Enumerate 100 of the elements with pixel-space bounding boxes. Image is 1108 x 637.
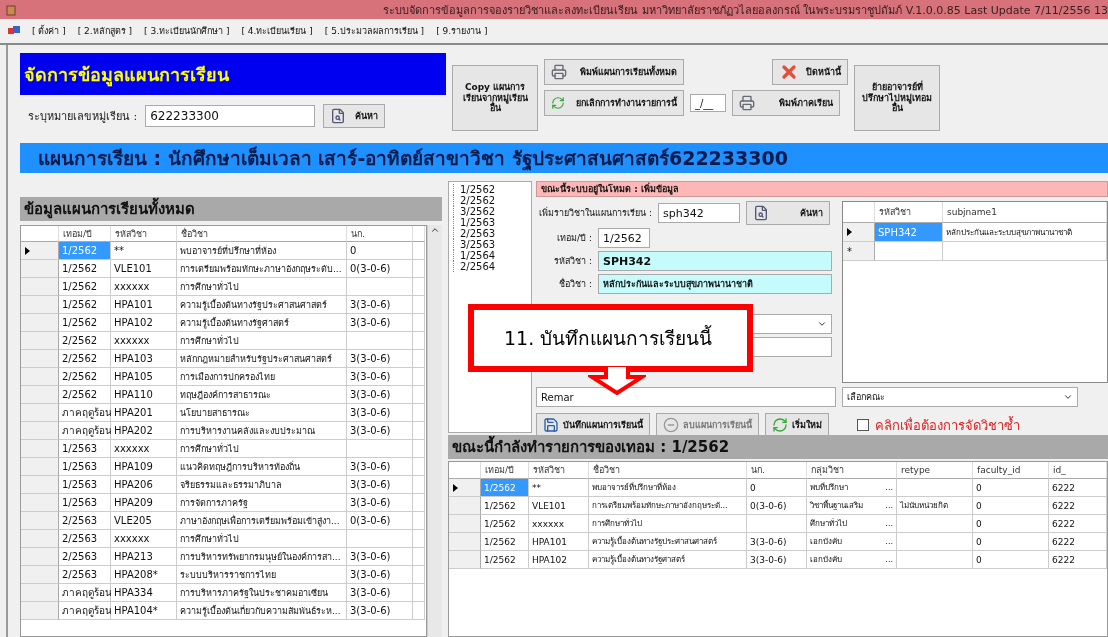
search-button[interactable]: ค้นหา [323,104,386,128]
chevron-down-icon [1063,392,1073,402]
tree-item[interactable]: 1/2562 [453,184,531,195]
table-cell: HPA102 [111,314,177,332]
subject-search-field[interactable]: sph342 [658,203,740,223]
search-icon [330,108,347,124]
menu-item[interactable]: [ 9.รายงาน ] [436,24,488,38]
picker-button[interactable]: ... [885,555,893,564]
table-cell: HPA105 [111,368,177,386]
search-button[interactable]: ค้นหา [746,201,830,225]
chevron-up-icon[interactable] [430,225,440,235]
scrollbar[interactable] [427,225,442,637]
move-advisor-button[interactable]: ย้ายอาจารย์ที่ปรึกษาไปหมู่เทอมอื่น [854,65,940,131]
table-cell: 0 [973,551,1049,569]
window-title: ระบบจัดการข้อมูลการจองรายวิชาและลงทะเบียนเรียน มหาวิทยาลัยราชภัฏวไลยอลงกรณ์ ในพระบรมราชูปถัมภ์ V.1.0.0.85 Last Update 7/11/2556 13 [383,2,1108,19]
tree-item[interactable]: 3/2563 [453,239,531,250]
menu-item[interactable]: [ 5.ประมวลผลการเรียน ] [324,24,425,38]
menu-item[interactable]: [ ตั้งค่า ] [32,24,66,38]
page-title: จัดการข้อมูลแผนการเรียน [20,53,446,95]
term-input[interactable]: 1/2562 [598,228,650,248]
refresh-icon [551,96,565,110]
term-field[interactable]: _/__ [690,94,726,112]
tree-item[interactable]: 2/2562 [453,195,531,206]
table-cell: 1/2562 [481,533,529,551]
table-cell: 1/2562 [59,314,111,332]
table-cell: 0 [747,479,807,497]
table-cell: 3(3-0-6) [347,566,413,584]
table-cell: HPA208* [111,566,177,584]
cancel-item-button[interactable]: ยกเลิกการทำงานรายการนี้ [544,90,684,116]
row-header[interactable] [843,223,875,242]
table-cell: HPA104* [111,602,177,620]
column-header: เทอม/ปี [481,462,529,479]
table-cell: 0 [973,479,1049,497]
table-cell: 0 [973,533,1049,551]
tree-item[interactable]: 3/2562 [453,206,531,217]
table-cell: xxxxxx [111,278,177,296]
print-all-button[interactable]: พิมพ์แผนการเรียนทั้งหมด [544,59,684,85]
row-pointer-icon [453,483,458,492]
table-cell: 3(3-0-6) [347,494,413,512]
minus-circle-icon [663,417,679,433]
table-cell: 1/2562 [481,497,529,515]
picker-button[interactable]: ... [885,519,893,528]
refresh-icon [772,417,788,433]
row-header[interactable] [21,242,59,260]
column-header: รหัสวิชา [875,202,943,223]
menu-icon [8,26,20,36]
group-label: ระบุหมายเลขหมู่เรียน : [28,109,138,125]
table-cell: การจัดการภาครัฐ [177,494,347,512]
tree-item[interactable]: 1/2563 [453,217,531,228]
table-cell: ภาคฤดูร้อน [59,404,111,422]
checkbox[interactable] [857,419,869,431]
menu-item[interactable]: [ 4.ทะเบียนเรียน ] [241,24,313,38]
table-cell: 3(3-0-6) [347,458,413,476]
table-cell: 2/2563 [59,566,111,584]
table-cell [347,332,413,350]
group-number-field[interactable]: 622233300 [145,105,316,127]
column-header [843,202,875,223]
table-cell: 3(3-0-6) [347,422,413,440]
copy-plan-button[interactable]: Copy แผนการเรียนจากหมู่เรียนอื่น [452,65,538,131]
column-header: id_ [1049,462,1107,479]
table-cell: ระบบบริหารราชการไทย [177,566,347,584]
picker-button[interactable]: ... [885,483,893,492]
subject-name-field[interactable]: หลักประกันและระบบสุขภาพนานาชาติ [598,274,832,294]
tree-item[interactable]: 2/2563 [453,228,531,239]
table-cell: VLE205 [111,512,177,530]
save-button[interactable]: บันทึกแผนการเรียนนี้ [536,413,650,437]
table-cell: การศึกษาทั่วไป [589,515,747,533]
menu-item[interactable]: [ 3.ทะเบียนนักศึกษา ] [144,24,230,38]
close-page-button[interactable]: ปิดหน้านี้ [772,59,848,85]
subject-code-field[interactable]: SPH342 [598,251,832,271]
table-cell: 3(3-0-6) [347,476,413,494]
tree-item[interactable]: 2/2564 [453,261,531,272]
table-cell: HPA103 [111,350,177,368]
table-cell: 2/2562 [59,332,111,350]
table-cell: SPH342 [875,223,943,242]
table-cell: 2/2562 [59,386,111,404]
table-cell: 0(3-0-6) [747,497,807,515]
menu-item[interactable]: [ 2.หลักสูตร ] [77,24,133,38]
code-label: รหัสวิชา : [553,255,592,268]
picker-button[interactable]: ... [885,501,893,510]
row-header[interactable] [449,479,481,497]
table-cell: การบริหารงานคลังและงบประมาณ [177,422,347,440]
table-cell: HPA209 [111,494,177,512]
close-icon [779,62,799,82]
table-cell: xxxxxx [111,440,177,458]
tree-item[interactable]: 1/2564 [453,250,531,261]
table-cell: 6222 [1049,479,1107,497]
table-cell: 1/2563 [59,476,111,494]
faculty-dropdown[interactable]: เลือกคณะ [842,387,1078,407]
row-pointer-icon [847,228,852,236]
refresh-button[interactable]: เริ่มใหม่ [765,413,829,437]
print-term-button[interactable]: พิมพ์ภาคเรียน [732,90,840,116]
table-cell: HPA201 [111,404,177,422]
table-cell: 0 [347,242,413,260]
picker-button[interactable]: ... [885,537,893,546]
table-cell: 3(3-0-6) [347,602,413,620]
search-icon [753,205,769,221]
table-cell: HPA101 [529,533,589,551]
table-cell: ความรู้เบื้องต้นทางรัฐศาสตร์ [177,314,347,332]
remark-field[interactable]: Remar [536,387,836,407]
